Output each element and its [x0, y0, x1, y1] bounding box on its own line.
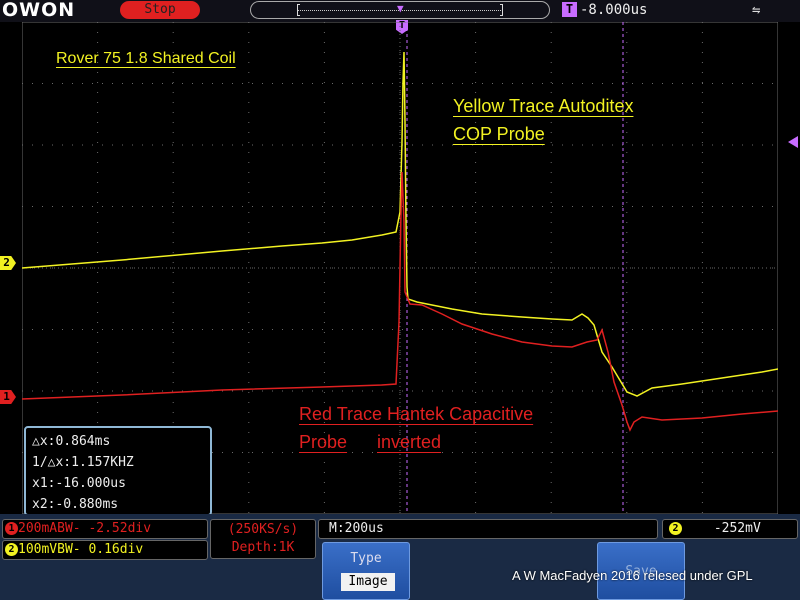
- annotation-red-line1: Red Trace Hantek Capacitive: [299, 404, 534, 424]
- trigger-channel-badge: 2: [669, 522, 682, 535]
- trigger-position-icon: T: [562, 2, 577, 17]
- cursor-delta-x: △x:0.864ms: [32, 434, 111, 449]
- ch1-setting-box[interactable]: 1 200mABW- -2.52div: [2, 519, 208, 539]
- top-status-bar: OWON Stop ▼ T -8.000us ⇋: [0, 0, 800, 22]
- annotation-red-line2a: Probe: [299, 432, 348, 452]
- ch1-badge: 1: [5, 522, 18, 535]
- ch2-offset-marker[interactable]: 2: [0, 256, 16, 270]
- annotation-title: Rover 75 1.8 Shared Coil: [56, 50, 236, 67]
- timebase[interactable]: M:200us: [318, 519, 658, 539]
- sample-rate: (250KS/s): [227, 522, 299, 537]
- trigger-level-marker[interactable]: [788, 136, 798, 148]
- brand-logo: OWON: [2, 0, 76, 21]
- memory-timeline: ▼: [250, 1, 550, 19]
- timeline-trigger-marker: ▼: [397, 2, 404, 15]
- ch1-offset-marker[interactable]: 1: [0, 390, 16, 404]
- ch2-yellow-trace: [22, 51, 778, 397]
- annotation-red-line2b: inverted: [377, 432, 442, 452]
- ch2-setting-box[interactable]: 2 100mVBW- 0.16div: [2, 540, 208, 560]
- run-state-badge[interactable]: Stop: [120, 1, 200, 19]
- trigger-level-value: -252mV: [713, 521, 761, 536]
- cursor-x1: x1:-16.000us: [32, 476, 126, 491]
- credit-text: A W MacFadyen 2016 relesed under GPL: [512, 568, 753, 583]
- ch2-setting: 100mVBW- 0.16div: [18, 542, 144, 557]
- timeline-window-left: [297, 4, 300, 16]
- acquisition-info: (250KS/s) Depth:1K: [210, 519, 316, 559]
- timeline-window-right: [500, 4, 503, 16]
- save-type-button[interactable]: Type Image: [322, 542, 410, 600]
- usb-icon: ⇋: [752, 2, 761, 18]
- cursor-x2: x2:-0.880ms: [32, 497, 119, 512]
- trigger-time: -8.000us: [580, 2, 648, 18]
- ch1-setting: 200mABW- -2.52div: [18, 521, 152, 536]
- type-value: Image: [341, 573, 395, 591]
- cursor-measurement-panel: △x:0.864ms 1/△x:1.157KHZ x1:-16.000us x2…: [24, 426, 212, 516]
- trigger-level-box[interactable]: 2 -252mV: [662, 519, 798, 539]
- type-label: Type: [350, 551, 382, 566]
- cursor-frequency: 1/△x:1.157KHZ: [32, 455, 134, 470]
- annotation-yellow-line2: COP Probe: [453, 124, 545, 144]
- ch2-badge: 2: [5, 543, 18, 556]
- memory-depth: Depth:1K: [231, 540, 295, 555]
- annotation-yellow-line1: Yellow Trace Autoditex: [453, 96, 634, 116]
